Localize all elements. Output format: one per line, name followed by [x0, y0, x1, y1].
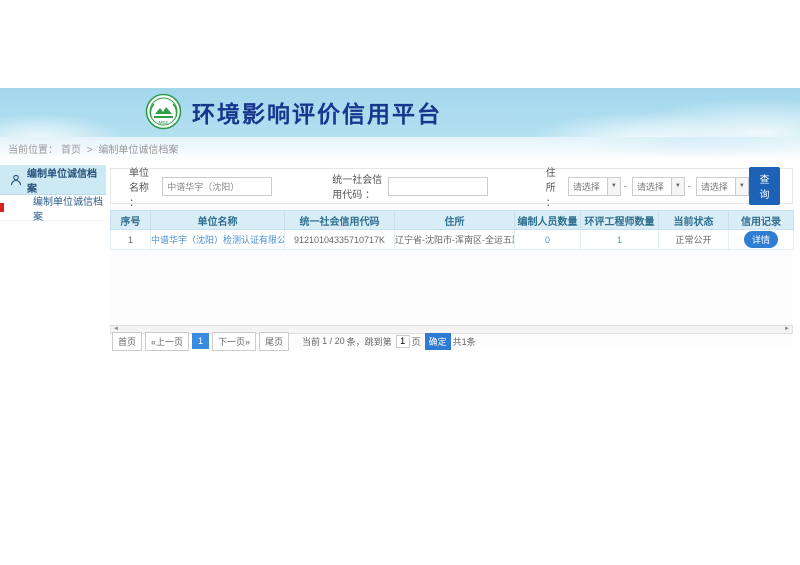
first-page-button[interactable]: 首页: [112, 332, 142, 351]
cell-unit-name-link[interactable]: 中谱华宇（沈阳）检测认证有限公司: [151, 230, 285, 250]
chevron-down-icon: ▼: [671, 178, 684, 195]
active-item-marker: [0, 203, 4, 212]
pagination-info: 当前 1 / 20 条，跳到第 页 确定 共1条: [302, 333, 478, 350]
page-1-button[interactable]: 1: [192, 333, 209, 349]
sidebar-item-label: 编制单位诚信档案: [33, 193, 106, 223]
credit-code-input[interactable]: [388, 177, 488, 196]
main-content: 单位名称 ： 统一社会信用代码 ： 住所 ： 请选择 ▼ - 请选择 ▼ - 请…: [110, 168, 793, 350]
col-header-engineer-count: 环评工程师数量: [581, 211, 659, 230]
prev-page-button[interactable]: «上一页: [145, 332, 189, 351]
sidebar-item-credit-archive[interactable]: 编制单位诚信档案: [0, 195, 106, 221]
chevron-down-icon: ▼: [607, 178, 620, 195]
col-header-staff-count: 编制人员数量: [515, 211, 581, 230]
col-header-unit-name: 单位名称: [151, 211, 285, 230]
province-select-value: 请选择: [569, 180, 607, 193]
sidebar: 编制单位诚信档案 编制单位诚信档案: [0, 165, 106, 221]
select-separator: -: [688, 181, 691, 191]
col-header-address: 住所: [395, 211, 515, 230]
breadcrumb: 当前位置：首页 > 编制单位诚信档案: [8, 141, 181, 156]
chevron-down-icon: ▼: [735, 178, 748, 195]
cell-status: 正常公开: [659, 230, 729, 250]
pagination: 首页 «上一页 1 下一页» 尾页 当前 1 / 20 条，跳到第 页 确定 共…: [112, 333, 793, 349]
site-brand: MEE 环境影响评价信用平台: [145, 93, 442, 130]
sidebar-item-label: 编制单位诚信档案: [27, 165, 106, 195]
mee-logo-icon: MEE: [145, 93, 182, 130]
city-select-value: 请选择: [633, 180, 671, 193]
breadcrumb-prefix: 当前位置：: [8, 145, 58, 156]
jump-page-input[interactable]: [396, 335, 410, 348]
last-page-button[interactable]: 尾页: [259, 332, 289, 351]
pagination-info-mid: 条，跳到第: [347, 335, 392, 348]
col-header-credit-code: 统一社会信用代码: [285, 211, 395, 230]
breadcrumb-home-link[interactable]: 首页: [61, 145, 81, 156]
address-label: 住所 ：: [546, 164, 564, 209]
scroll-right-icon[interactable]: ►: [782, 326, 792, 333]
search-form: 单位名称 ： 统一社会信用代码 ： 住所 ： 请选择 ▼ - 请选择 ▼ - 请…: [110, 168, 793, 204]
breadcrumb-current: 编制单位诚信档案: [98, 145, 178, 156]
table-row: 1 中谱华宇（沈阳）检测认证有限公司 91210104335710717K 辽宁…: [111, 230, 794, 250]
col-header-credit-record: 信用记录: [729, 211, 794, 230]
next-page-button[interactable]: 下一页»: [212, 332, 256, 351]
unit-name-input[interactable]: [162, 177, 272, 196]
cell-staff-count-link[interactable]: 0: [545, 235, 550, 245]
results-table: 序号 单位名称 统一社会信用代码 住所 编制人员数量 环评工程师数量 当前状态 …: [110, 210, 794, 250]
province-select[interactable]: 请选择 ▼: [568, 177, 621, 196]
pagination-page-ratio: 1 / 20: [322, 336, 345, 346]
detail-button[interactable]: 详情: [744, 231, 778, 248]
cell-address: 辽宁省-沈阳市-浑南区-全运五路35-1号楼902: [395, 230, 515, 250]
pagination-info-prefix: 当前: [302, 335, 320, 348]
site-title: 环境影响评价信用平台: [192, 95, 442, 129]
breadcrumb-separator: >: [87, 145, 93, 156]
col-header-index: 序号: [111, 211, 151, 230]
unit-name-label: 单位名称 ：: [129, 164, 158, 209]
sidebar-item-credit-archive-header[interactable]: 编制单位诚信档案: [0, 165, 106, 195]
col-header-status: 当前状态: [659, 211, 729, 230]
district-select-value: 请选择: [697, 180, 735, 193]
cell-engineer-count-link[interactable]: 1: [617, 235, 622, 245]
person-icon: [10, 174, 22, 186]
district-select[interactable]: 请选择 ▼: [696, 177, 749, 196]
table-header-row: 序号 单位名称 统一社会信用代码 住所 编制人员数量 环评工程师数量 当前状态 …: [111, 211, 794, 230]
search-button[interactable]: 查询: [749, 167, 780, 205]
svg-text:MEE: MEE: [159, 120, 169, 125]
pagination-total: 共1条: [453, 335, 476, 348]
select-separator: -: [624, 181, 627, 191]
pagination-page-word: 页: [412, 335, 421, 348]
cell-index: 1: [111, 230, 151, 250]
credit-code-label: 统一社会信用代码 ：: [332, 171, 383, 201]
city-select[interactable]: 请选择 ▼: [632, 177, 685, 196]
cell-credit-code: 91210104335710717K: [285, 230, 395, 250]
confirm-jump-button[interactable]: 确定: [425, 333, 451, 350]
